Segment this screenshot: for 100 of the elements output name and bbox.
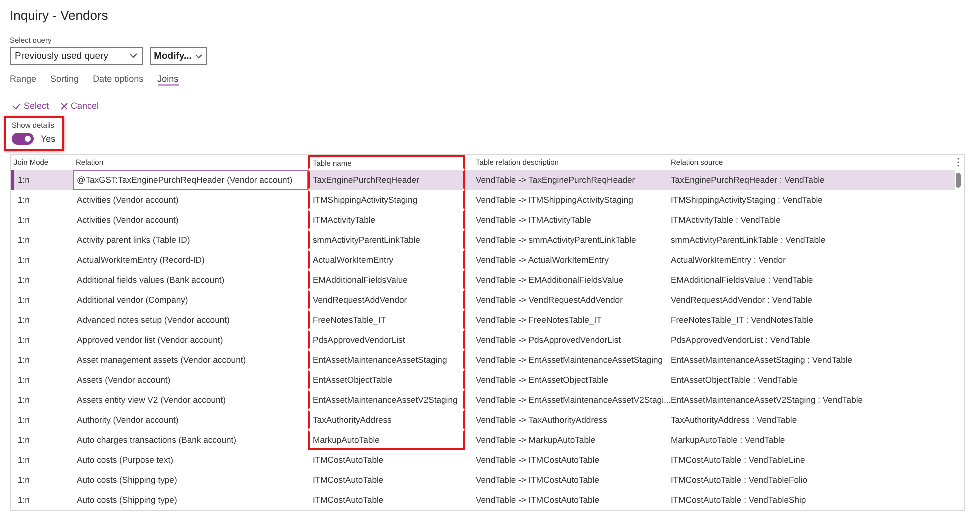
table-cell-text: Auto costs (Shipping type) [76,474,178,487]
table-cell-text: VendTable -> smmActivityParentLinkTable [475,234,638,247]
chevron-icon [129,53,138,59]
table-cell-text: Approved vendor list (Vendor account) [76,334,224,347]
table-row[interactable]: 1:n @TaxGST:TaxEnginePurchReqHeader (Vendor account) TaxEnginePurchReqHeader VendTable -> TaxEnginePurchReqHeader TaxEnginePurchReqHeader : VendTable [11,170,955,190]
table-cell-text: VendTable -> MarkupAutoTable [475,434,597,447]
table-cell-text: 1:n [17,274,31,287]
table-row[interactable]: 1:n Asset management assets (Vendor account) EntAssetMaintenanceAssetStaging VendTable -> EntAssetMaintenanceAssetStaging EntAssetMaintenanceAssetStaging : VendTable [11,350,955,370]
table-cell: FreeNotesTable_IT [308,310,465,330]
table-cell-text: EntAssetObjectTable : VendTable [670,374,800,387]
table-row[interactable]: 1:n Advanced notes setup (Vendor account) FreeNotesTable_IT VendTable -> FreeNotesTable_IT FreeNotesTable_IT : VendNotesTable [11,310,955,330]
table-row[interactable]: 1:n Auto costs (Shipping type) ITMCostAutoTable VendTable -> ITMCostAutoTable ITMCostAutoTable : VendTableFolio [11,470,955,490]
page-title: Inquiry - Vendors [10,8,110,23]
table-cell-text: VendTable -> TaxEnginePurchReqHeader [475,174,636,187]
table-cell-text: EntAssetMaintenanceAssetStaging : VendTable [670,354,854,367]
table-row[interactable]: 1:n Activity parent links (Table ID) smmActivityParentLinkTable VendTable -> smmActivityParentLinkTable smmActivityParentLinkTable : VendTable [11,230,955,250]
table-cell: TaxEnginePurchReqHeader [308,170,465,190]
table-cell-text: 1:n [17,194,31,207]
scrollbar-thumb[interactable] [956,173,961,188]
modify-button[interactable]: Modify... [150,47,207,65]
toggle-value: Yes [41,134,56,144]
table-cell: EntAssetMaintenanceAssetV2Staging [308,390,465,410]
table-cell-text: VendRequestAddVendor : VendTable [670,294,814,307]
table-row[interactable]: 1:n ActualWorkItemEntry (Record-ID) ActualWorkItemEntry VendTable -> ActualWorkItemEntry ActualWorkItemEntry : Vendor [11,250,955,270]
table-row[interactable]: 1:n Assets entity view V2 (Vendor account) EntAssetMaintenanceAssetV2Staging VendTable -> EntAssetMaintenanceAssetV2Stagi...EntAssetMaintenanceAssetV2Staging : VendTable [11,390,955,410]
more-icon[interactable] [957,158,960,167]
table-cell: ITMShippingActivityStaging [308,190,465,210]
table-cell-text: 1:n [17,354,31,367]
table-cell-text: 1:n [17,374,31,387]
table-cell-text: VendTable -> EntAssetMaintenanceAssetV2Stagi... [475,394,668,407]
table-cell: EntAssetObjectTable [308,370,465,390]
tab[interactable]: Range [10,73,37,86]
table-cell-text: EMAdditionalFieldsValue : VendTable [670,274,814,287]
table-row[interactable]: 1:n Activities (Vendor account) ITMShippingActivityStaging VendTable -> ITMShippingActivityStaging ITMShippingActivityStaging : VendTable [11,190,955,210]
close-icon [61,102,68,110]
table-row[interactable]: 1:n Assets (Vendor account) EntAssetObjectTable VendTable -> EntAssetObjectTable EntAssetObjectTable : VendTable [11,370,955,390]
table-cell-text: VendTable -> ITMShippingActivityStaging [475,194,634,207]
table-cell-text: Assets entity view V2 (Vendor account) [76,394,228,407]
table-cell-text: Assets (Vendor account) [76,374,172,387]
table-row[interactable]: 1:n Approved vendor list (Vendor account) PdsApprovedVendorList VendTable -> PdsApprovedVendorList PdsApprovedVendorList : VendTable [11,330,955,350]
table-cell-text: 1:n [17,474,31,487]
table-cell-text: VendTable -> ITMCostAutoTable [475,474,600,487]
table-cell-text: Additional vendor (Company) [76,294,190,307]
table-cell: ITMActivityTable [308,210,465,230]
table-cell-text: MarkupAutoTable : VendTable [670,434,786,447]
check-icon [13,102,21,110]
table-row[interactable]: 1:n Auto costs (Purpose text) ITMCostAutoTable VendTable -> ITMCostAutoTable ITMCostAutoTable : VendTableLine [11,450,955,470]
table-cell-text: Advanced notes setup (Vendor account) [76,314,231,327]
table-cell: EMAdditionalFieldsValue [308,270,465,290]
table-row[interactable]: 1:n Activities (Vendor account) ITMActivityTable VendTable -> ITMActivityTable ITMActivityTable : VendTable [11,210,955,230]
table-cell-text: Activities (Vendor account) [76,214,180,227]
toggle-switch[interactable] [12,133,34,145]
tab[interactable]: Date options [93,73,144,86]
table-cell: PdsApprovedVendorList [308,330,465,350]
table-cell-text: 1:n [17,254,31,267]
table-cell-text: Asset management assets (Vendor account) [76,354,248,367]
query-dropdown[interactable]: Previously used query [10,47,143,65]
table-cell-text: VendTable -> PdsApprovedVendorList [475,334,622,347]
table-cell-text: smmActivityParentLinkTable : VendTable [670,234,827,247]
table-cell-text: ITMCostAutoTable : VendTableLine [670,454,806,467]
table-cell-text: ActualWorkItemEntry : Vendor [670,254,787,267]
table-cell: @TaxGST:TaxEnginePurchReqHeader (Vendor account) [73,170,308,190]
table-cell: TaxAuthorityAddress [308,410,465,430]
table-cell: ActualWorkItemEntry [308,250,465,270]
table-cell: EntAssetMaintenanceAssetStaging [308,350,465,370]
table-cell-text: VendTable -> EntAssetObjectTable [475,374,610,387]
table-cell-text: Additional fields values (Bank account) [76,274,226,287]
table-cell-text: 1:n [17,314,31,327]
table-row[interactable]: 1:n Auto costs (Shipping type) ITMCostAutoTable VendTable -> ITMCostAutoTable ITMCostAutoTable : VendTableShip [11,490,955,510]
table-cell-text: 1:n [17,394,31,407]
select-button[interactable]: Select [13,101,50,111]
table-cell-text: 1:n [17,454,31,467]
cancel-button[interactable]: Cancel [61,101,100,111]
table-cell-text: VendTable -> TaxAuthorityAddress [475,414,608,427]
table-cell-text: 1:n [17,434,31,447]
table-cell-text: ITMCostAutoTable [312,494,385,507]
table-cell-text: 1:n [17,294,31,307]
table-cell-text: 1:n [17,234,31,247]
table-cell-text: 1:n [17,334,31,347]
table-cell-text: TaxAuthorityAddress : VendTable [670,414,798,427]
table-cell-text: ITMActivityTable : VendTable [670,214,782,227]
table-cell-text: ActualWorkItemEntry (Record-ID) [76,254,206,267]
table-cell-text: Auto costs (Purpose text) [76,454,174,467]
table-cell-text: FreeNotesTable_IT : VendNotesTable [670,314,815,327]
table-cell-text: Activity parent links (Table ID) [76,234,192,247]
table-row[interactable]: 1:n Additional vendor (Company) VendRequestAddVendor VendTable -> VendRequestAddVendor VendRequestAddVendor : VendTable [11,290,955,310]
table-row[interactable]: 1:n Auto charges transactions (Bank account) MarkupAutoTable VendTable -> MarkupAutoTable MarkupAutoTable : VendTable [11,430,955,450]
table-cell-text: TaxEnginePurchReqHeader : VendTable [670,174,826,187]
table-cell-text: VendTable -> ITMCostAutoTable [475,494,600,507]
tab[interactable]: Joins [158,73,179,86]
table-cell-text: Auto costs (Shipping type) [76,494,178,507]
table-cell-text: 1:n [17,414,31,427]
table-cell: MarkupAutoTable [308,430,465,450]
table-cell: VendRequestAddVendor [308,290,465,310]
table-row[interactable]: 1:n Additional fields values (Bank account) EMAdditionalFieldsValue VendTable -> EMAdditionalFieldsValue EMAdditionalFieldsValue : VendTable [11,270,955,290]
tab[interactable]: Sorting [50,73,80,86]
table-cell-text: 1:n [17,214,31,227]
chevron-icon [194,54,203,58]
table-row[interactable]: 1:n Authority (Vendor account) TaxAuthorityAddress VendTable -> TaxAuthorityAddress TaxAuthorityAddress : VendTable [11,410,955,430]
table-cell: smmActivityParentLinkTable [308,230,465,250]
